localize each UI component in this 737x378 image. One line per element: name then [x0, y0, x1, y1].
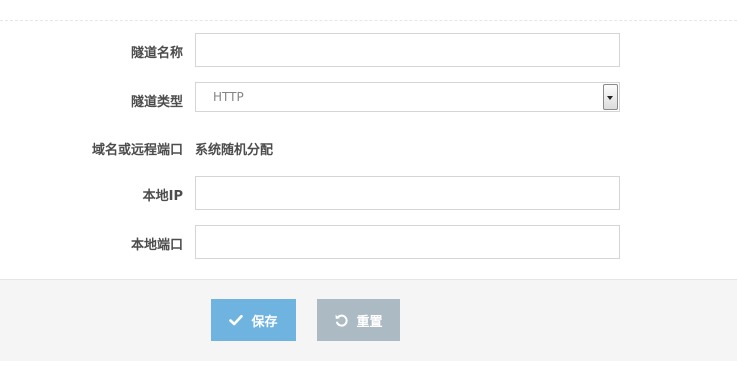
chevron-down-icon[interactable] — [603, 84, 618, 110]
row-domain-port: 域名或远程端口 系统随机分配 — [0, 138, 737, 158]
tunnel-type-select[interactable]: HTTP — [195, 82, 620, 112]
tunnel-form-page: 隧道名称 隧道类型 HTTP 域名或远程端口 系统随机分配 本地IP 本地端口 — [0, 0, 737, 378]
local-port-input[interactable] — [195, 225, 620, 259]
local-port-label: 本地端口 — [130, 238, 183, 253]
row-tunnel-type: 隧道类型 HTTP — [0, 82, 737, 112]
undo-icon — [334, 313, 349, 327]
domain-port-value: 系统随机分配 — [195, 143, 274, 158]
tunnel-name-label: 隧道名称 — [130, 46, 183, 61]
save-button[interactable]: 保存 — [211, 299, 296, 341]
tunnel-type-label: 隧道类型 — [130, 95, 183, 110]
row-local-port: 本地端口 — [0, 225, 737, 259]
reset-button[interactable]: 重置 — [317, 299, 400, 341]
row-tunnel-name: 隧道名称 — [0, 33, 737, 67]
row-local-ip: 本地IP — [0, 176, 737, 210]
check-icon — [229, 313, 244, 327]
local-ip-input[interactable] — [195, 176, 620, 210]
top-divider — [0, 20, 737, 21]
domain-port-label: 域名或远程端口 — [91, 143, 183, 158]
save-button-label: 保存 — [251, 314, 278, 330]
tunnel-name-input[interactable] — [195, 33, 620, 67]
reset-button-label: 重置 — [356, 314, 383, 330]
form-actions-bar: 保存 重置 — [0, 279, 737, 361]
local-ip-label: 本地IP — [142, 189, 183, 204]
tunnel-type-selected-value: HTTP — [213, 90, 244, 104]
